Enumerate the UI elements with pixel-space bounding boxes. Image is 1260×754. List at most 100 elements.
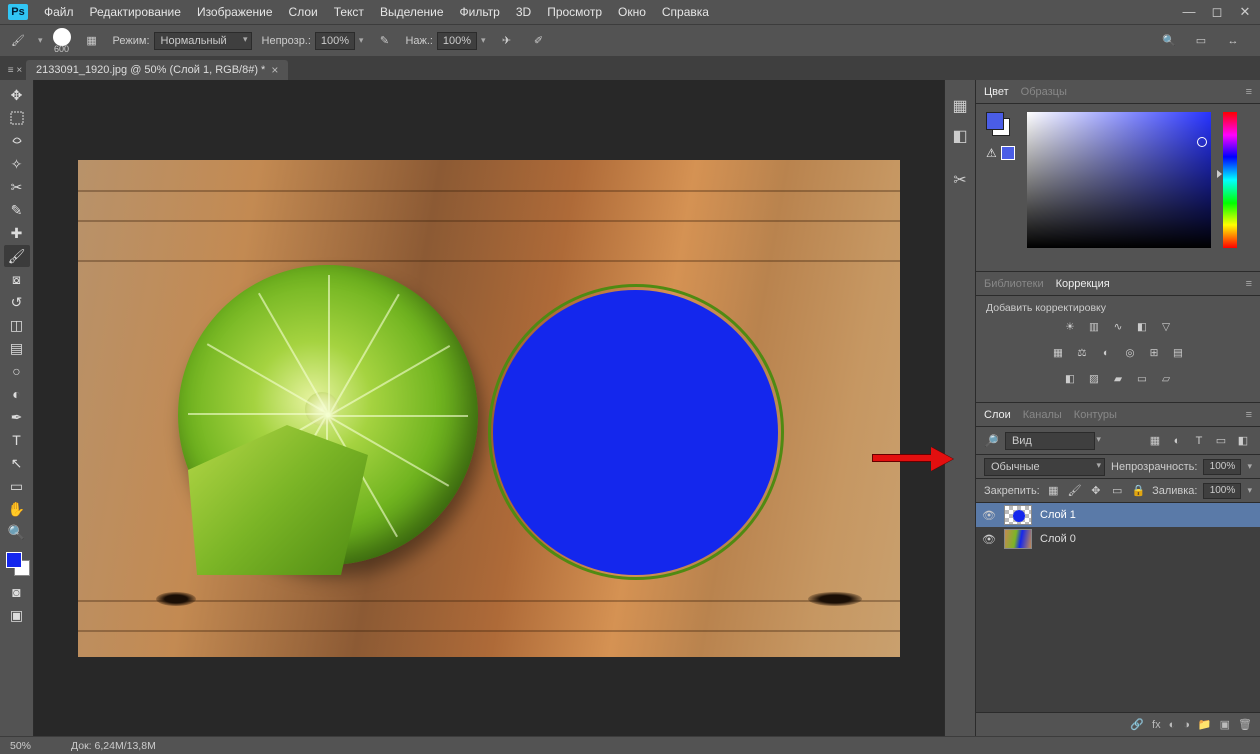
new-layer-icon[interactable]: ▣ xyxy=(1220,718,1230,731)
close-button[interactable]: ✕ xyxy=(1238,4,1252,20)
layer-row[interactable]: 👁 Слой 0 xyxy=(976,527,1260,551)
minimize-button[interactable]: — xyxy=(1182,4,1196,20)
canvas[interactable] xyxy=(78,160,900,657)
tool-quickmask[interactable]: ◙ xyxy=(4,581,30,603)
tool-pen[interactable]: ✒ xyxy=(4,406,30,428)
adj-gradientmap-icon[interactable]: ▭ xyxy=(1133,370,1151,388)
chevron-down-icon[interactable]: ▾ xyxy=(1247,485,1252,496)
layer-opacity-input[interactable] xyxy=(1203,459,1241,475)
chevron-down-icon[interactable]: ▾ xyxy=(481,35,486,46)
panel-menu-icon[interactable]: ≡ xyxy=(1246,278,1252,290)
history-panel-icon[interactable]: ▦ xyxy=(948,94,972,118)
properties-panel-icon[interactable]: ◧ xyxy=(948,124,972,148)
add-mask-icon[interactable]: ◐ xyxy=(1169,719,1176,731)
menu-edit[interactable]: Редактирование xyxy=(90,5,181,19)
tool-path-select[interactable]: ↖ xyxy=(4,452,30,474)
adj-brightness-icon[interactable]: ☀ xyxy=(1061,318,1079,336)
tool-eyedropper[interactable]: ✎ xyxy=(4,199,30,221)
adjust-panel-icon[interactable]: ✂ xyxy=(948,168,972,192)
canvas-area[interactable] xyxy=(34,80,944,736)
adj-bw-icon[interactable]: ◐ xyxy=(1097,344,1115,362)
lock-transparency-icon[interactable]: ▦ xyxy=(1046,482,1061,500)
layer-fill-input[interactable] xyxy=(1203,483,1241,499)
tab-channels[interactable]: Каналы xyxy=(1023,409,1062,421)
layer-list[interactable]: 👁 Слой 1 👁 Слой 0 xyxy=(976,503,1260,712)
airbrush-toggle[interactable]: ✈ xyxy=(496,31,518,51)
adj-selectivecolor-icon[interactable]: ▱ xyxy=(1157,370,1175,388)
panel-menu-icon[interactable]: ≡ xyxy=(1246,86,1252,98)
chevron-down-icon[interactable]: ▾ xyxy=(1247,461,1252,472)
filter-adj-icon[interactable]: ◐ xyxy=(1168,432,1186,450)
adj-hue-icon[interactable]: ▦ xyxy=(1049,344,1067,362)
adj-invert-icon[interactable]: ◧ xyxy=(1061,370,1079,388)
tab-paths[interactable]: Контуры xyxy=(1074,409,1117,421)
chevron-down-icon[interactable]: ▾ xyxy=(38,35,43,46)
pressure-size-toggle[interactable]: ✐ xyxy=(528,31,550,51)
menu-image[interactable]: Изображение xyxy=(197,5,273,19)
tool-blur[interactable]: ○ xyxy=(4,360,30,382)
tool-shape[interactable]: ▭ xyxy=(4,475,30,497)
filter-shape-icon[interactable]: ▭ xyxy=(1212,432,1230,450)
tool-stamp[interactable]: ⧇ xyxy=(4,268,30,290)
tool-type[interactable]: T xyxy=(4,429,30,451)
visibility-toggle-icon[interactable]: 👁 xyxy=(982,509,996,522)
color-swatch-pair[interactable] xyxy=(986,112,1010,136)
adj-channelmixer-icon[interactable]: ⊞ xyxy=(1145,344,1163,362)
lock-position-icon[interactable]: ✥ xyxy=(1088,482,1103,500)
filter-type-icon[interactable]: T xyxy=(1190,432,1208,450)
layer-row[interactable]: 👁 Слой 1 xyxy=(976,503,1260,527)
menu-view[interactable]: Просмотр xyxy=(547,5,602,19)
gamut-closest-swatch[interactable] xyxy=(1001,146,1015,160)
tool-screenmode[interactable]: ▣ xyxy=(4,604,30,626)
delete-layer-icon[interactable]: 🗑 xyxy=(1238,718,1252,731)
frame-arrange-icon[interactable]: ▭ xyxy=(1190,31,1212,51)
tool-lasso[interactable] xyxy=(4,130,30,152)
adj-photofilter-icon[interactable]: ◎ xyxy=(1121,344,1139,362)
maximize-button[interactable]: ◻ xyxy=(1210,4,1224,20)
current-tool-icon[interactable]: 🖌 xyxy=(8,31,28,51)
tool-gradient[interactable]: ▤ xyxy=(4,337,30,359)
gamut-warning-icon[interactable]: ⚠ xyxy=(986,146,997,160)
pressure-opacity-toggle[interactable]: ✎ xyxy=(373,31,395,51)
opacity-input[interactable] xyxy=(315,32,355,50)
new-group-icon[interactable]: 📁 xyxy=(1198,718,1212,731)
hue-slider[interactable] xyxy=(1223,112,1237,248)
search-icon[interactable]: 🔍 xyxy=(1158,31,1180,51)
adj-exposure-icon[interactable]: ◧ xyxy=(1133,318,1151,336)
layer-fx-icon[interactable]: fx xyxy=(1152,719,1161,731)
layer-name[interactable]: Слой 0 xyxy=(1040,533,1076,545)
menu-text[interactable]: Текст xyxy=(334,5,364,19)
expand-icon[interactable]: ↔ xyxy=(1222,31,1244,51)
lock-paint-icon[interactable]: 🖌 xyxy=(1067,482,1082,500)
tool-eraser[interactable]: ◫ xyxy=(4,314,30,336)
tool-zoom[interactable]: 🔍 xyxy=(4,521,30,543)
close-icon[interactable]: × xyxy=(271,63,278,77)
adj-colorbalance-icon[interactable]: ⚖ xyxy=(1073,344,1091,362)
foreground-background-swatch[interactable] xyxy=(4,550,30,576)
flow-input[interactable] xyxy=(437,32,477,50)
tool-brush[interactable]: 🖌 xyxy=(4,245,30,267)
tab-layers[interactable]: Слои xyxy=(984,409,1011,421)
adj-colorlookup-icon[interactable]: ▤ xyxy=(1169,344,1187,362)
tabbar-handle-icon[interactable]: ≡ × xyxy=(4,60,26,80)
status-zoom[interactable]: 50% xyxy=(10,740,31,752)
hue-slider-thumb[interactable] xyxy=(1217,170,1222,178)
adj-threshold-icon[interactable]: ▰ xyxy=(1109,370,1127,388)
visibility-toggle-icon[interactable]: 👁 xyxy=(982,533,996,546)
layer-blend-select[interactable]: Обычные xyxy=(984,458,1105,476)
tool-history-brush[interactable]: ↺ xyxy=(4,291,30,313)
adj-levels-icon[interactable]: ▥ xyxy=(1085,318,1103,336)
blend-mode-select[interactable]: Нормальный xyxy=(154,32,252,50)
tab-libraries[interactable]: Библиотеки xyxy=(984,278,1044,290)
adj-posterize-icon[interactable]: ▨ xyxy=(1085,370,1103,388)
menu-help[interactable]: Справка xyxy=(662,5,709,19)
menu-3d[interactable]: 3D xyxy=(516,5,531,19)
layer-thumbnail[interactable] xyxy=(1004,505,1032,525)
menu-file[interactable]: Файл xyxy=(44,5,74,19)
tool-magic-wand[interactable]: ✧ xyxy=(4,153,30,175)
tab-adjustments[interactable]: Коррекция xyxy=(1056,278,1110,290)
menu-layers[interactable]: Слои xyxy=(289,5,318,19)
tool-crop[interactable]: ✂ xyxy=(4,176,30,198)
tool-dodge[interactable]: ◐ xyxy=(4,383,30,405)
layer-thumbnail[interactable] xyxy=(1004,529,1032,549)
